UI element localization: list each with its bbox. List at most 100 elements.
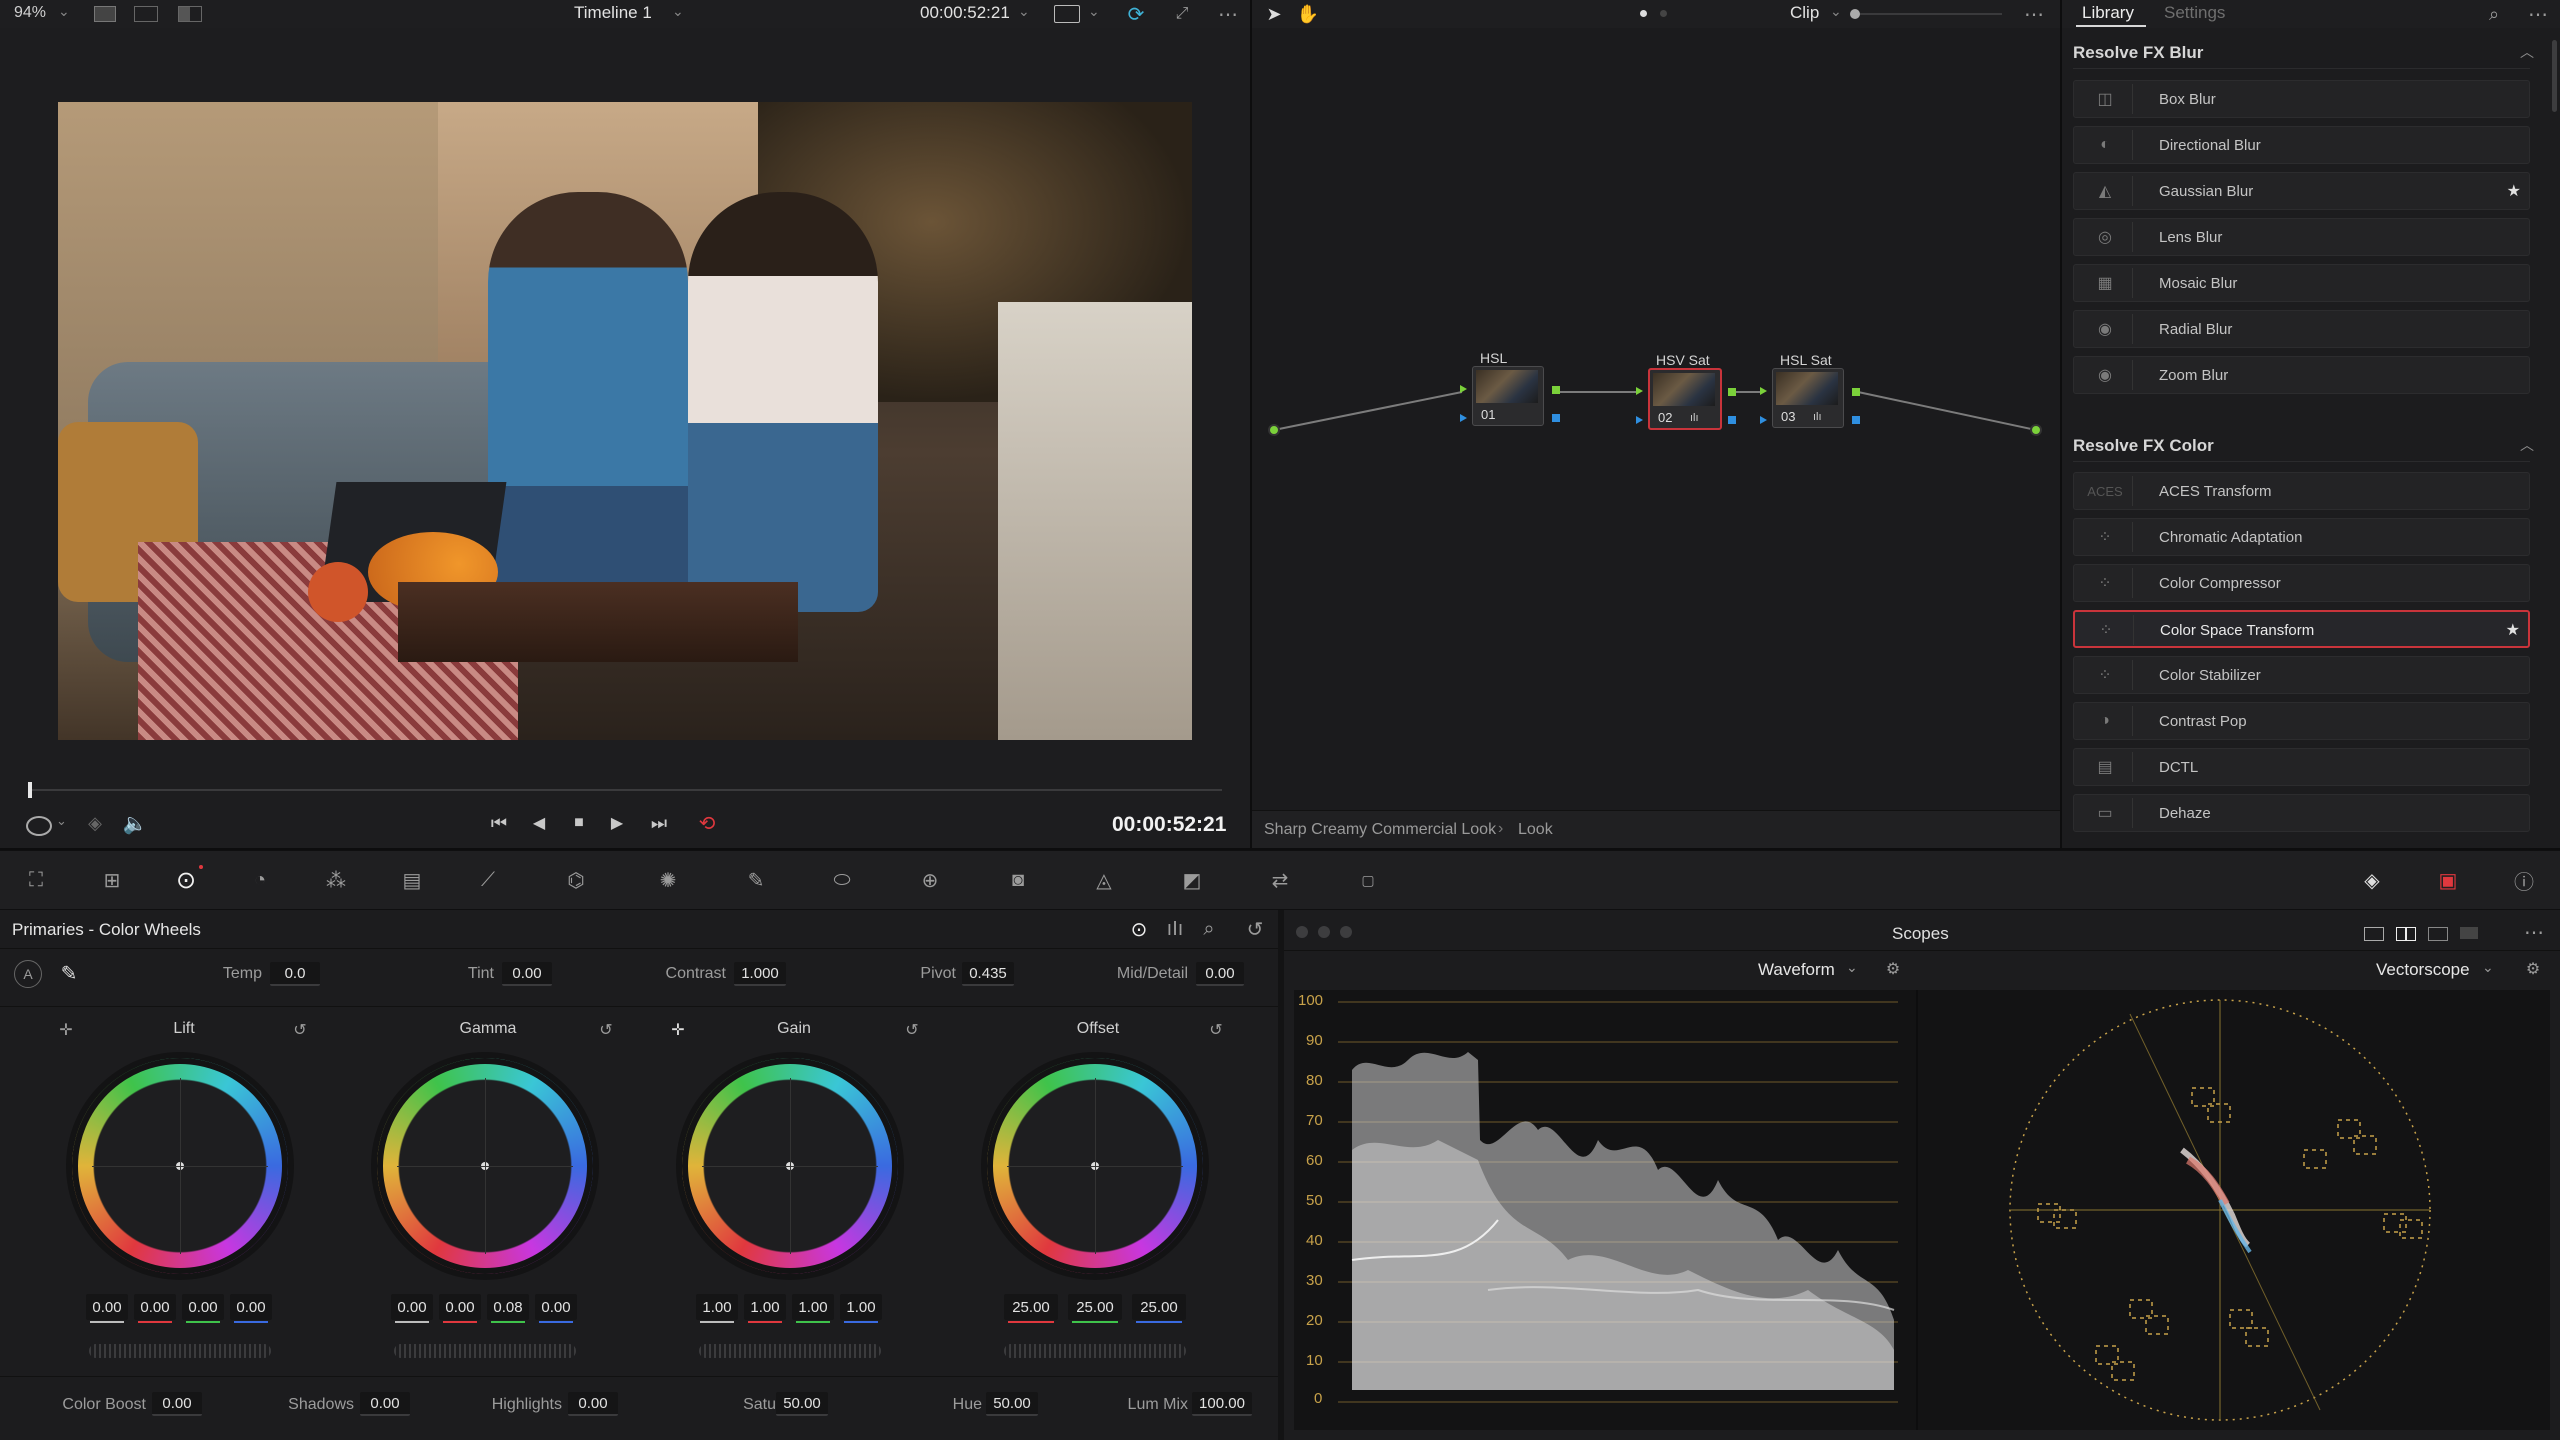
- fx-item[interactable]: ◐ Directional Blur: [2073, 126, 2530, 164]
- hue-field[interactable]: 50.00: [986, 1392, 1038, 1416]
- lift-master-wheel[interactable]: [89, 1344, 271, 1358]
- fx-item[interactable]: ▤ DCTL: [2073, 748, 2530, 786]
- fx-item[interactable]: ◑ Contrast Pop: [2073, 702, 2530, 740]
- hdr-wheels-icon[interactable]: ◔: [244, 866, 276, 894]
- scrub-bar[interactable]: [28, 789, 1222, 791]
- grid-layout-icon[interactable]: [2460, 927, 2478, 939]
- reset-icon[interactable]: ↺: [1204, 1018, 1228, 1042]
- offset-r-value[interactable]: 25.00: [1004, 1294, 1058, 1323]
- tab-settings[interactable]: Settings: [2164, 3, 2225, 23]
- collapse-icon[interactable]: ︿: [2520, 435, 2534, 455]
- single-viewer-icon[interactable]: [94, 6, 116, 22]
- shadows-field[interactable]: 0.00: [360, 1392, 410, 1416]
- offset-master-wheel[interactable]: [1004, 1344, 1186, 1358]
- fx-item[interactable]: ◎ Lens Blur: [2073, 218, 2530, 256]
- gain-g-value[interactable]: 1.00: [792, 1294, 834, 1323]
- step-back-icon[interactable]: ◀: [526, 810, 552, 836]
- color-match-icon[interactable]: ⊞: [96, 866, 128, 894]
- log-mode-icon[interactable]: ⌕: [1194, 914, 1224, 944]
- gamma-b-value[interactable]: 0.00: [535, 1294, 577, 1323]
- playhead[interactable]: [28, 782, 32, 798]
- chevron-down-icon[interactable]: ⌄: [2482, 959, 2494, 976]
- color-warper-icon[interactable]: ⌬: [560, 866, 592, 894]
- single-layout-icon[interactable]: [2364, 927, 2384, 941]
- output-port-icon[interactable]: [1728, 388, 1736, 396]
- curves-icon[interactable]: ⟋: [472, 866, 504, 894]
- blur-icon[interactable]: ◬: [1088, 866, 1120, 894]
- lift-b-value[interactable]: 0.00: [230, 1294, 272, 1323]
- output-port-icon[interactable]: [1552, 386, 1560, 394]
- lift-wheel[interactable]: [72, 1058, 288, 1274]
- color-wheels-icon[interactable]: ⊙: [170, 866, 202, 894]
- crosshair-icon[interactable]: ✛: [54, 1018, 78, 1042]
- chevron-down-icon[interactable]: ⌄: [56, 813, 67, 829]
- more-options-icon[interactable]: ⋯: [2520, 918, 2548, 946]
- lum-mix-field[interactable]: 100.00: [1192, 1392, 1252, 1416]
- chevron-down-icon[interactable]: ⌄: [1088, 3, 1100, 20]
- breadcrumb-item[interactable]: Look: [1518, 821, 1553, 839]
- key-icon[interactable]: ◩: [1176, 866, 1208, 894]
- search-icon[interactable]: ⌕: [2482, 2, 2506, 26]
- lift-r-value[interactable]: 0.00: [134, 1294, 176, 1323]
- tracker-icon[interactable]: ⊕: [914, 866, 946, 894]
- quad-layout-icon[interactable]: [2428, 927, 2448, 941]
- window-icon[interactable]: ⬭: [826, 866, 858, 894]
- more-options-icon[interactable]: ⋯: [1214, 2, 1242, 26]
- tint-field[interactable]: 0.00: [502, 962, 552, 986]
- chevron-down-icon[interactable]: ⌄: [1018, 3, 1030, 20]
- library-scrollbar[interactable]: [2552, 40, 2557, 112]
- play-icon[interactable]: ▶: [604, 810, 630, 836]
- scope-settings-icon[interactable]: ⚙: [2520, 956, 2546, 982]
- fx-item-selected[interactable]: ⁘ Color Space Transform ★: [2073, 610, 2530, 648]
- rgb-mixer-icon[interactable]: ⁂: [320, 866, 352, 894]
- breadcrumb-item[interactable]: Sharp Creamy Commercial Look: [1264, 821, 1496, 839]
- color-boost-field[interactable]: 0.00: [152, 1392, 202, 1416]
- white-balance-picker-icon[interactable]: ✎: [56, 960, 82, 986]
- keyframes-icon[interactable]: ◈: [2356, 866, 2388, 894]
- favorite-star-icon[interactable]: ★: [2506, 620, 2520, 640]
- contrast-field[interactable]: 1.000: [734, 962, 786, 986]
- chevron-down-icon[interactable]: ⌄: [58, 3, 70, 20]
- pivot-field[interactable]: 0.435: [962, 962, 1014, 986]
- fx-item[interactable]: ⁘ Color Stabilizer: [2073, 656, 2530, 694]
- reset-icon[interactable]: ↺: [900, 1018, 924, 1042]
- temp-field[interactable]: 0.0: [270, 962, 320, 986]
- zoom-level[interactable]: 94%: [14, 4, 46, 22]
- compare-viewer-icon[interactable]: [178, 6, 202, 22]
- offset-wheel[interactable]: [987, 1058, 1203, 1274]
- mid-detail-field[interactable]: 0.00: [1196, 962, 1244, 986]
- input-port-icon[interactable]: [1636, 387, 1643, 395]
- skip-end-icon[interactable]: ⏭: [644, 810, 674, 836]
- node-01[interactable]: 01: [1472, 366, 1544, 426]
- reset-icon[interactable]: ↺: [1240, 914, 1270, 944]
- node-02[interactable]: 02 ılı: [1648, 368, 1722, 430]
- clip-filter-icon[interactable]: [1054, 5, 1080, 23]
- qualifier-icon[interactable]: ✺: [652, 866, 684, 894]
- gamma-r-value[interactable]: 0.00: [439, 1294, 481, 1323]
- offset-b-value[interactable]: 25.00: [1132, 1294, 1186, 1323]
- fx-item[interactable]: ACES ACES Transform: [2073, 472, 2530, 510]
- gain-b-value[interactable]: 1.00: [840, 1294, 882, 1323]
- dual-layout-icon[interactable]: [2396, 927, 2416, 941]
- loop-icon[interactable]: ⟲: [692, 810, 722, 836]
- 3d-icon[interactable]: ▢: [1352, 866, 1384, 894]
- reset-icon[interactable]: ↺: [288, 1018, 312, 1042]
- collapse-icon[interactable]: ︿: [2520, 42, 2534, 62]
- fx-item[interactable]: ⁘ Color Compressor: [2073, 564, 2530, 602]
- scopes-icon[interactable]: ▣: [2432, 866, 2464, 894]
- gamma-master-wheel[interactable]: [394, 1344, 576, 1358]
- crosshair-icon[interactable]: ✛: [666, 1018, 690, 1042]
- fx-item[interactable]: ◉ Radial Blur: [2073, 310, 2530, 348]
- timeline-name[interactable]: Timeline 1: [574, 3, 652, 23]
- motion-effects-icon[interactable]: ▤: [396, 866, 428, 894]
- info-icon[interactable]: ⓘ: [2508, 866, 2540, 894]
- window-close-icon[interactable]: [1296, 926, 1308, 938]
- gamma-wheel[interactable]: [377, 1058, 593, 1274]
- chevron-down-icon[interactable]: ⌄: [1846, 959, 1858, 976]
- skip-start-icon[interactable]: ⏮: [484, 810, 514, 836]
- fullscreen-icon[interactable]: ⤢: [1170, 2, 1194, 26]
- chevron-down-icon[interactable]: ⌄: [672, 3, 684, 20]
- lift-g-value[interactable]: 0.00: [182, 1294, 224, 1323]
- fx-item[interactable]: ▭ Dehaze: [2073, 794, 2530, 832]
- input-port-icon[interactable]: [1636, 416, 1643, 424]
